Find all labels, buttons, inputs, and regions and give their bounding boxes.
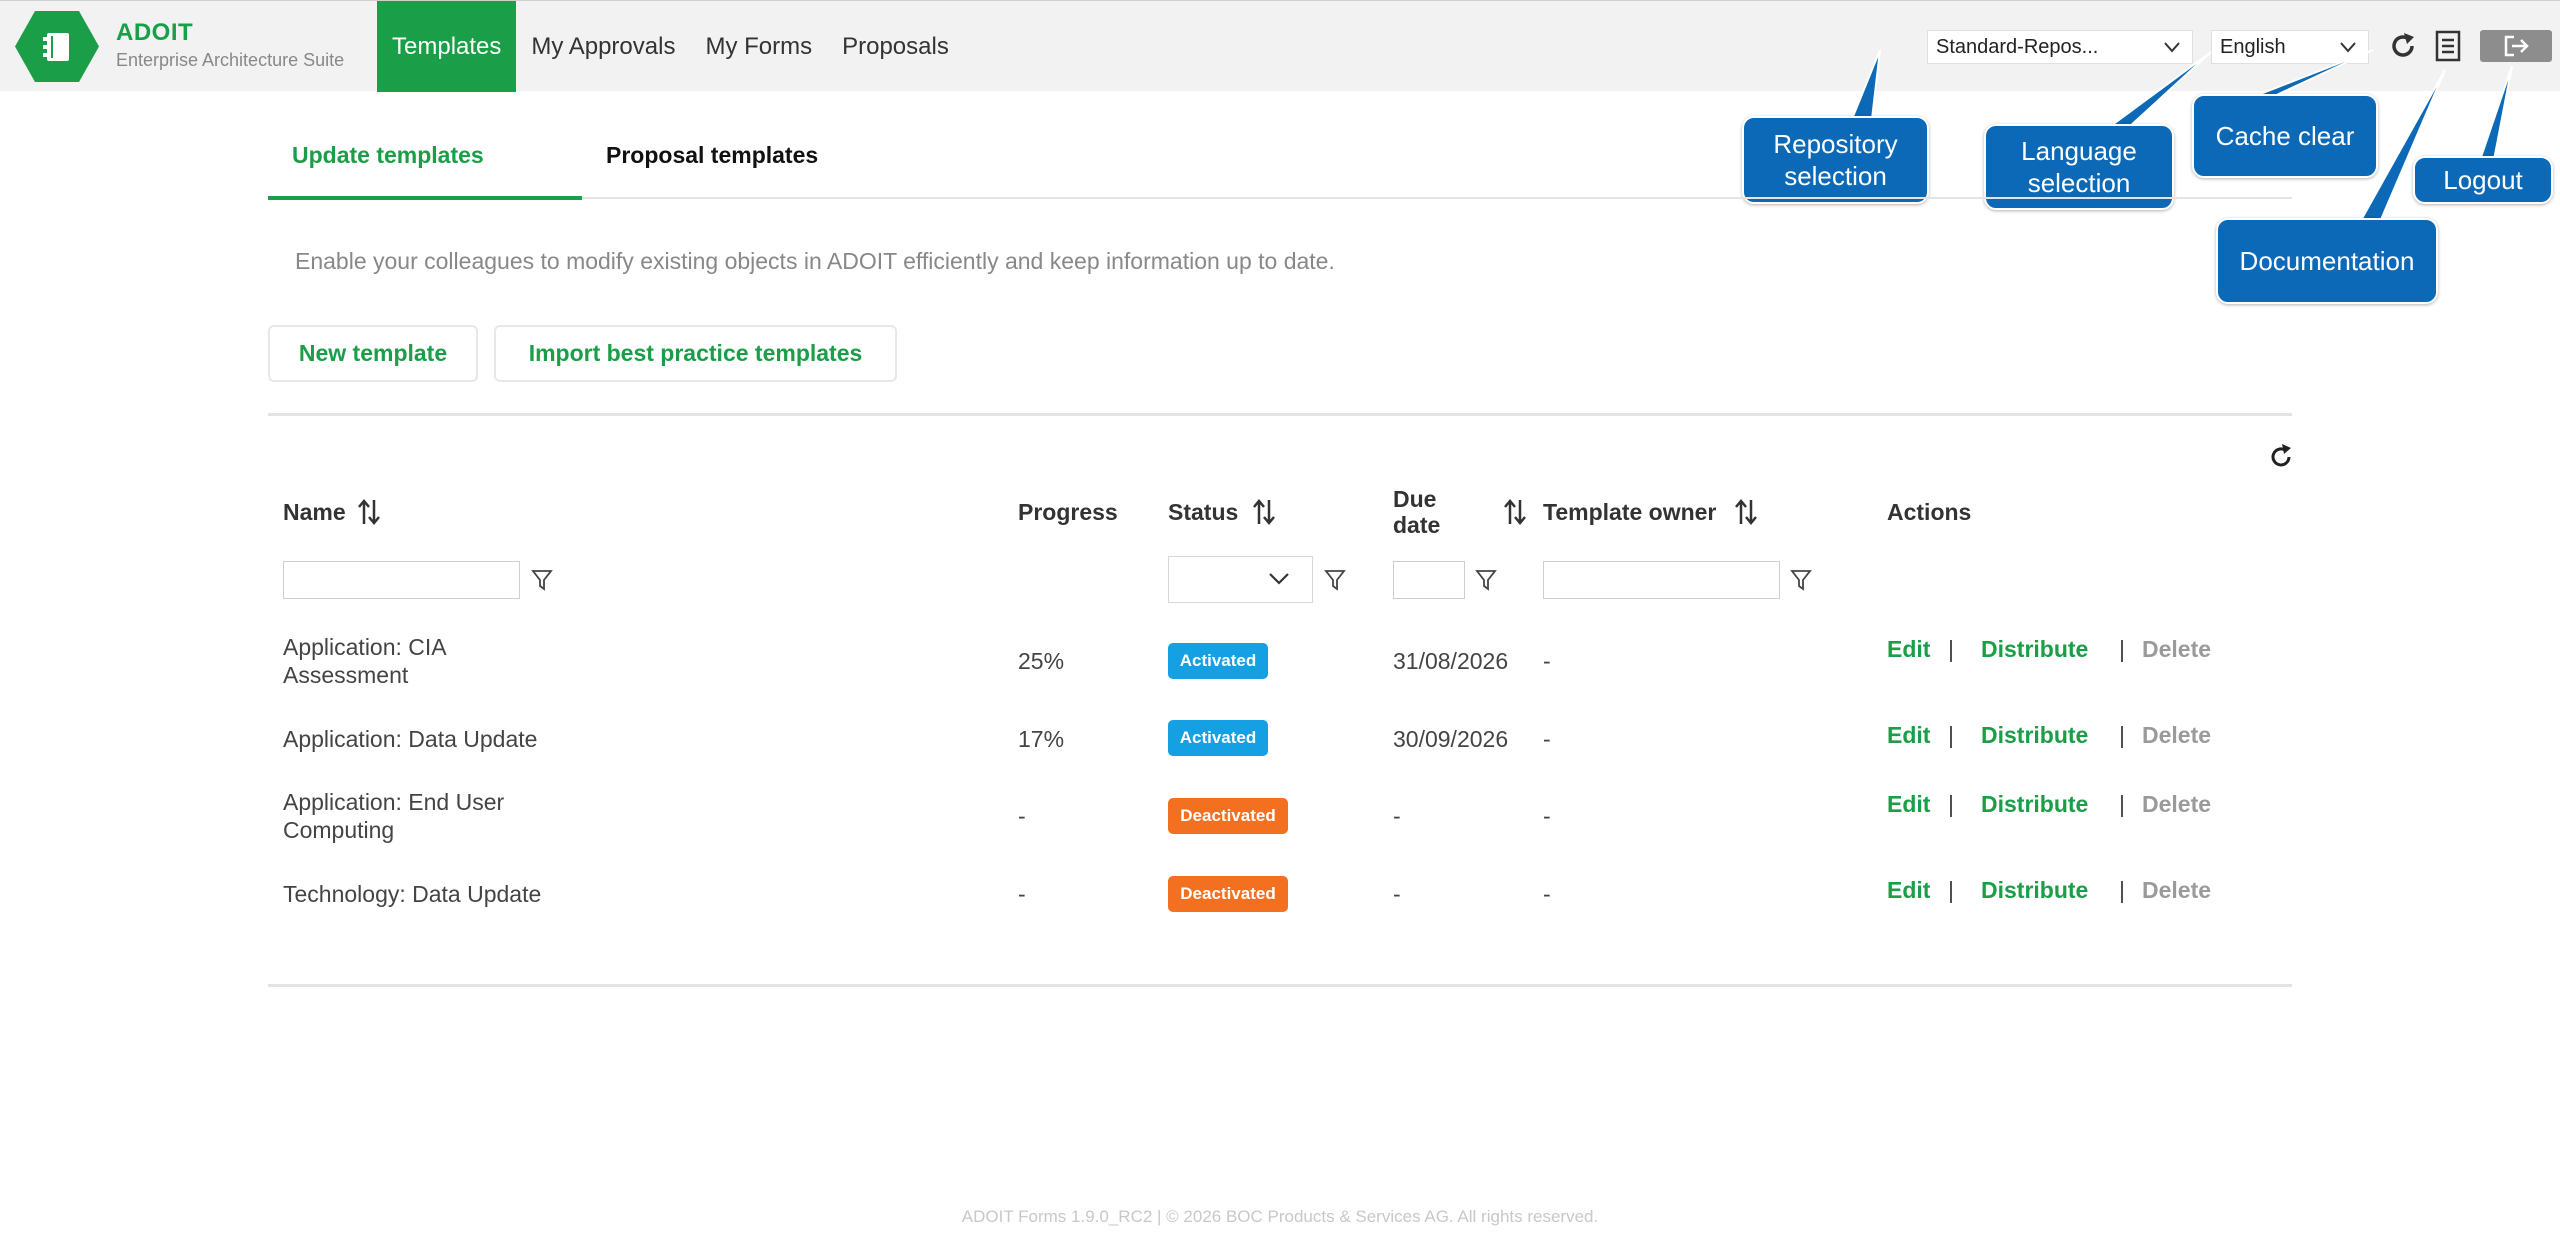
status-badge: Deactivated xyxy=(1168,876,1288,912)
chevron-down-icon xyxy=(1269,573,1289,585)
action-separator: | xyxy=(1948,636,1954,662)
row-due-date: - xyxy=(1393,803,1401,829)
column-header-due-date[interactable]: Due date xyxy=(1393,486,1463,539)
row-owner: - xyxy=(1543,726,1551,752)
sort-icon[interactable] xyxy=(357,498,381,526)
column-header-template-owner[interactable]: Template owner xyxy=(1543,499,1716,525)
row-owner: - xyxy=(1543,803,1551,829)
row-name: Application: CIA Assessment xyxy=(283,634,446,688)
callout-logout: Logout xyxy=(2413,156,2553,204)
status-badge: Activated xyxy=(1168,643,1268,679)
action-separator: | xyxy=(1948,877,1954,903)
action-separator: | xyxy=(2119,791,2125,817)
filter-icon[interactable] xyxy=(1324,568,1346,592)
row-owner: - xyxy=(1543,648,1551,674)
template-owner-filter-input[interactable] xyxy=(1543,561,1780,599)
action-separator: | xyxy=(2119,722,2125,748)
distribute-link[interactable]: Distribute xyxy=(1981,636,2088,663)
status-badge: Deactivated xyxy=(1168,798,1288,834)
table-refresh-icon[interactable] xyxy=(2268,442,2294,470)
filter-icon[interactable] xyxy=(1790,568,1812,592)
tab-active-indicator xyxy=(268,196,582,200)
action-separator: | xyxy=(1948,791,1954,817)
delete-link[interactable]: Delete xyxy=(2142,877,2211,904)
action-separator: | xyxy=(1948,722,1954,748)
row-name: Technology: Data Update xyxy=(283,881,542,907)
section-divider xyxy=(268,413,2292,416)
callout-pointers xyxy=(1850,49,2513,223)
due-date-filter-input[interactable] xyxy=(1393,561,1465,599)
tab-update-templates[interactable]: Update templates xyxy=(292,142,484,169)
sort-icon[interactable] xyxy=(1734,498,1758,526)
action-separator: | xyxy=(2119,877,2125,903)
row-progress: 25% xyxy=(1018,648,1065,674)
tab-proposal-templates[interactable]: Proposal templates xyxy=(606,142,818,169)
delete-link[interactable]: Delete xyxy=(2142,636,2211,663)
callout-repository-selection: Repository selection xyxy=(1742,116,1929,204)
row-due-date: 31/08/2026 xyxy=(1393,648,1509,674)
edit-link[interactable]: Edit xyxy=(1887,791,1930,818)
name-filter-input[interactable] xyxy=(283,561,520,599)
row-progress: 17% xyxy=(1018,726,1065,752)
delete-link[interactable]: Delete xyxy=(2142,791,2211,818)
distribute-link[interactable]: Distribute xyxy=(1981,877,2088,904)
action-separator: | xyxy=(2119,636,2125,662)
filter-icon[interactable] xyxy=(1475,568,1497,592)
page-footer: ADOIT Forms 1.9.0_RC2 | © 2026 BOC Produ… xyxy=(961,1207,1599,1226)
callout-documentation: Documentation xyxy=(2216,218,2438,304)
table-bottom-divider xyxy=(268,984,2292,987)
delete-link[interactable]: Delete xyxy=(2142,722,2211,749)
row-progress: - xyxy=(1018,881,1026,907)
edit-link[interactable]: Edit xyxy=(1887,722,1930,749)
distribute-link[interactable]: Distribute xyxy=(1981,791,2088,818)
status-filter-select[interactable] xyxy=(1168,556,1313,603)
column-header-progress: Progress xyxy=(1018,499,1118,525)
edit-link[interactable]: Edit xyxy=(1887,636,1930,663)
row-owner: - xyxy=(1543,881,1551,907)
sort-icon[interactable] xyxy=(1252,498,1276,526)
page-description: Enable your colleagues to modify existin… xyxy=(295,248,1335,274)
status-badge: Activated xyxy=(1168,720,1268,756)
row-due-date: - xyxy=(1393,881,1401,907)
row-due-date: 30/09/2026 xyxy=(1393,726,1509,752)
row-name: Application: End User Computing xyxy=(283,789,505,843)
column-header-status[interactable]: Status xyxy=(1168,499,1238,525)
filter-icon[interactable] xyxy=(531,568,553,592)
column-header-actions: Actions xyxy=(1887,499,1972,525)
edit-link[interactable]: Edit xyxy=(1887,877,1930,904)
import-best-practice-templates-button[interactable]: Import best practice templates xyxy=(494,325,897,382)
distribute-link[interactable]: Distribute xyxy=(1981,722,2088,749)
row-name: Application: Data Update xyxy=(283,726,538,752)
row-progress: - xyxy=(1018,803,1026,829)
sort-icon[interactable] xyxy=(1503,498,1527,526)
column-header-name[interactable]: Name xyxy=(283,499,346,525)
new-template-button[interactable]: New template xyxy=(268,325,478,382)
callout-cache-clear: Cache clear xyxy=(2192,94,2378,178)
